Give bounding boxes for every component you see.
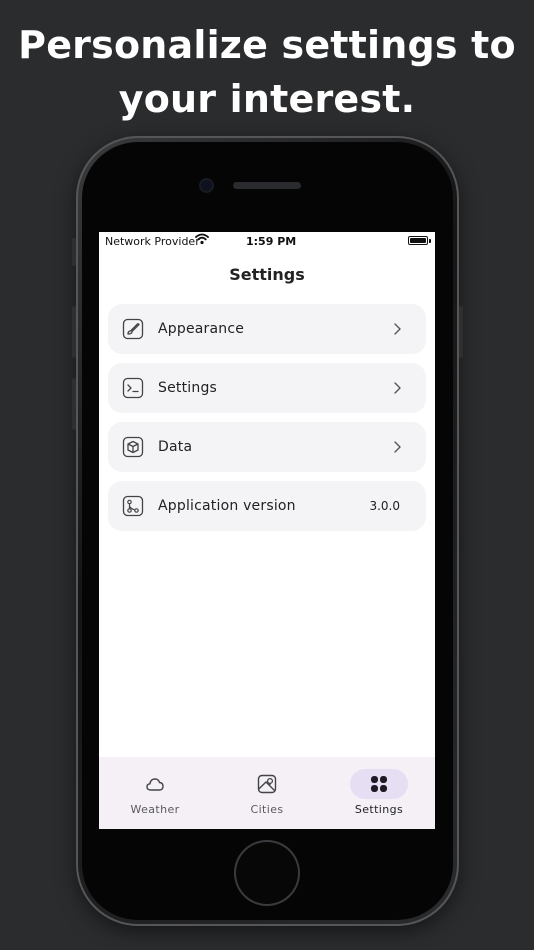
tab-label: Cities [250, 803, 284, 816]
settings-list: Appearance Settings Data Application ver… [108, 304, 426, 540]
data-row[interactable]: Data [108, 422, 426, 472]
carrier-label: Network Provider [105, 235, 200, 248]
mute-switch [72, 238, 76, 266]
terminal-icon [122, 377, 144, 399]
earpiece-speaker [233, 182, 301, 189]
power-button [459, 306, 463, 358]
chevron-right-icon [394, 441, 401, 453]
row-label: Settings [158, 380, 218, 396]
volume-up-button [72, 306, 76, 358]
home-button[interactable] [236, 842, 298, 904]
page-title: Settings [229, 265, 305, 284]
row-label: Appearance [158, 321, 245, 337]
grid-icon [371, 776, 387, 792]
tab-cities[interactable]: Cities [211, 757, 323, 829]
application-version-row: Application version 3.0.0 [108, 481, 426, 531]
cloud-icon [146, 778, 164, 791]
settings-row[interactable]: Settings [108, 363, 426, 413]
battery-tip [429, 239, 431, 243]
chevron-right-icon [394, 382, 401, 394]
version-value: 3.0.0 [369, 499, 400, 513]
battery-icon [408, 236, 428, 245]
tab-label: Weather [130, 803, 180, 816]
wifi-icon [195, 233, 209, 245]
front-camera [201, 180, 212, 191]
brush-icon [122, 318, 144, 340]
tab-weather[interactable]: Weather [99, 757, 211, 829]
tab-settings[interactable]: Settings [323, 757, 435, 829]
row-label: Data [158, 439, 193, 455]
tab-bar: Weather Cities Settings [99, 757, 435, 829]
status-bar: Network Provider 1:59 PM [99, 232, 435, 250]
row-label: Application version [158, 498, 296, 514]
cube-icon [122, 436, 144, 458]
volume-down-button [72, 378, 76, 430]
map-icon [257, 774, 277, 794]
chevron-right-icon [394, 323, 401, 335]
phone-screen: Network Provider 1:59 PM Settings Appear… [99, 232, 435, 829]
git-branch-icon [122, 495, 144, 517]
tab-label: Settings [354, 803, 404, 816]
headline: Personalize settings to your interest. [18, 23, 516, 121]
appearance-row[interactable]: Appearance [108, 304, 426, 354]
status-time: 1:59 PM [246, 235, 297, 248]
